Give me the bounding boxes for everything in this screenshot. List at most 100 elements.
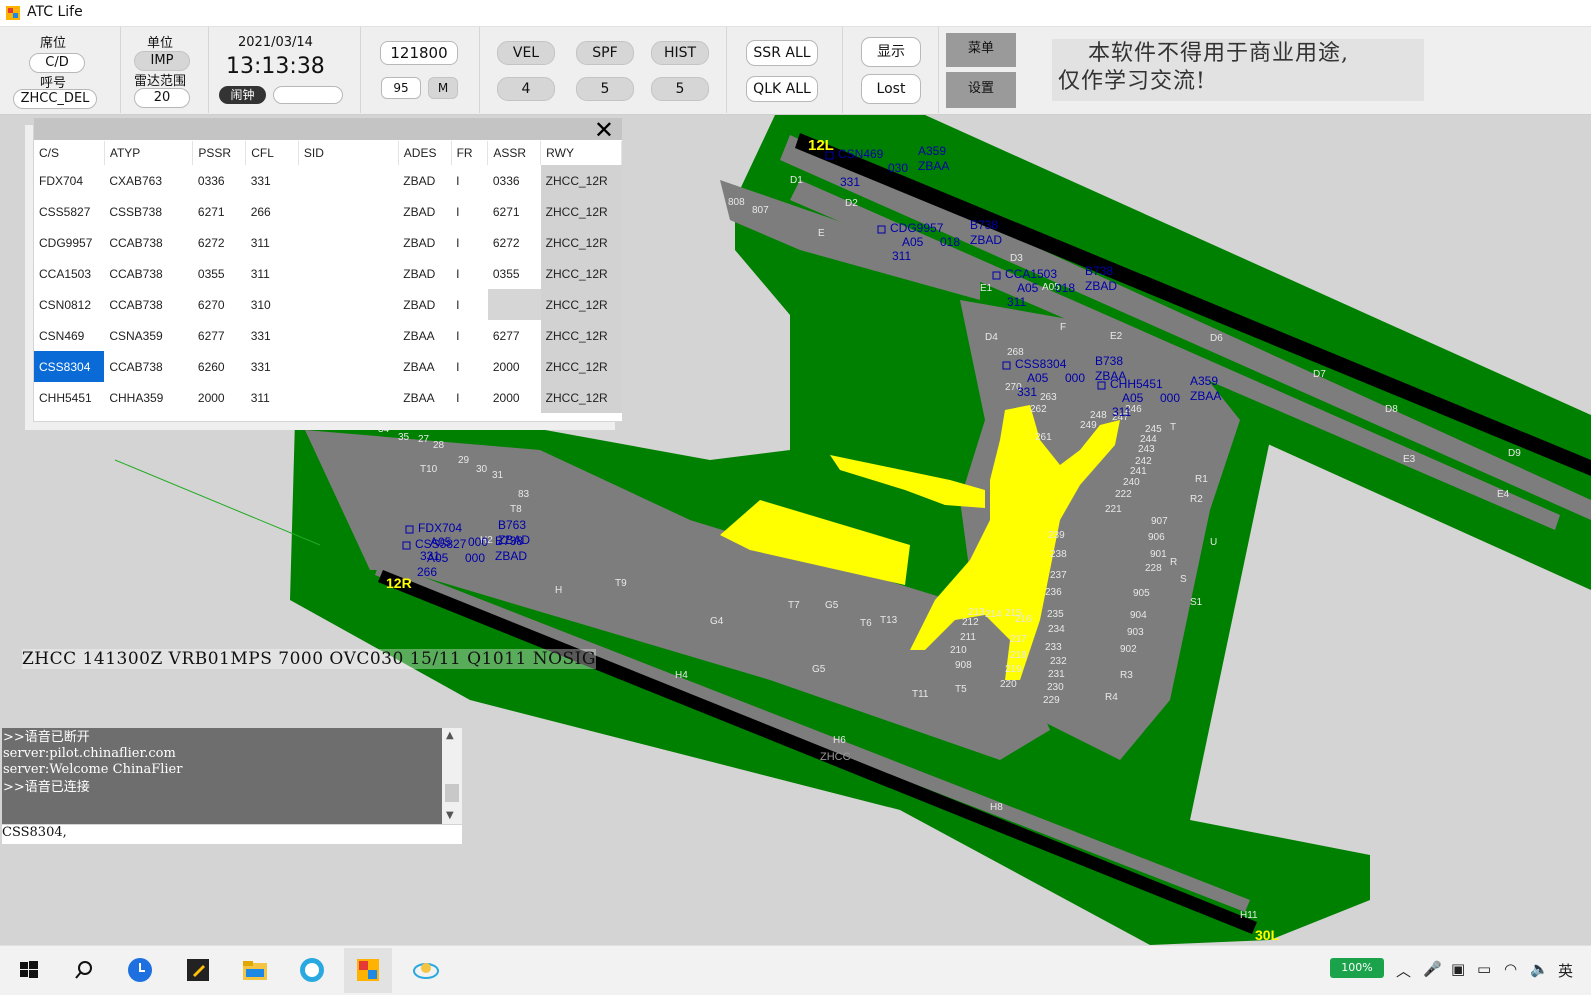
table-cell-assr[interactable]: 6277 <box>488 320 541 351</box>
vel-value[interactable]: 4 <box>497 77 555 101</box>
volume-icon[interactable]: 🔈 <box>1530 960 1549 978</box>
settings-button[interactable]: 设置 <box>946 72 1016 108</box>
microphone-icon[interactable]: 🎤 <box>1423 960 1442 978</box>
callsign-field[interactable]: ZHCC_DEL <box>13 89 97 109</box>
table-cell-fr[interactable]: I <box>451 289 488 320</box>
alarm-time-field[interactable] <box>273 86 343 104</box>
table-cell-cfl[interactable]: 311 <box>246 382 299 413</box>
chat-app-icon[interactable] <box>297 955 327 985</box>
table-row[interactable]: CSN0812 CCAB738 6270 310 ZBAD I ZHCC_12R <box>34 289 622 320</box>
table-cell-cs[interactable]: CSS8304 <box>34 351 105 382</box>
table-cell-atyp[interactable]: CCAB738 <box>104 227 193 258</box>
search-icon[interactable] <box>69 955 99 985</box>
table-cell-rwy[interactable]: ZHCC_12R <box>540 196 622 227</box>
table-cell-atyp[interactable]: CCAB738 <box>104 289 193 320</box>
column-header-rwy[interactable]: RWY <box>540 141 622 165</box>
table-cell-pssr[interactable]: 2000 <box>193 382 246 413</box>
flight-app-icon[interactable] <box>411 955 441 985</box>
chevron-up-icon[interactable]: ︿ <box>1396 960 1411 981</box>
table-cell-sid[interactable] <box>298 289 398 320</box>
table-row[interactable]: CCA1503 CCAB738 0355 311 ZBAD I 0355 ZHCC_12R <box>34 258 622 289</box>
table-row[interactable]: CDG9957 CCAB738 6272 311 ZBAD I 6272 ZHCC_12R <box>34 227 622 258</box>
table-cell-rwy[interactable]: ZHCC_12R <box>540 351 622 382</box>
vel-button[interactable]: VEL <box>497 41 555 65</box>
table-cell-rwy[interactable]: ZHCC_12R <box>540 289 622 320</box>
wifi-icon[interactable]: ◠ <box>1504 960 1517 978</box>
file-explorer-icon[interactable] <box>240 955 270 985</box>
table-cell-assr[interactable]: 2000 <box>488 351 541 382</box>
seat-select[interactable]: C/D <box>29 53 85 73</box>
hist-button[interactable]: HIST <box>651 41 709 65</box>
close-icon[interactable]: ✕ <box>594 116 614 144</box>
table-cell-fr[interactable]: I <box>451 196 488 227</box>
table-cell-assr[interactable]: 2000 <box>488 382 541 413</box>
table-cell-assr[interactable] <box>487 289 541 320</box>
ssr-all-button[interactable]: SSR ALL <box>746 40 818 66</box>
table-cell-atyp[interactable]: CXAB763 <box>104 165 193 196</box>
table-cell-rwy[interactable]: ZHCC_12R <box>540 165 622 196</box>
table-cell-cs[interactable]: CSS5827 <box>34 196 104 227</box>
column-header-pssr[interactable]: PSSR <box>192 141 247 165</box>
security-icon[interactable]: ▣ <box>1451 960 1465 978</box>
table-cell-pssr[interactable]: 0336 <box>193 165 246 196</box>
table-cell-fr[interactable]: I <box>451 227 488 258</box>
sub-value-field[interactable]: 95 <box>381 77 421 99</box>
table-row[interactable]: CSS8304 CCAB738 6260 331 ZBAA I 2000 ZHCC_12R <box>34 351 622 382</box>
table-cell-fr[interactable]: I <box>451 165 488 196</box>
table-row[interactable]: CSS5827 CSSB738 6271 266 ZBAD I 6271 ZHCC_12R <box>34 196 622 227</box>
qlk-all-button[interactable]: QLK ALL <box>746 76 818 102</box>
table-cell-pssr[interactable]: 0355 <box>193 258 246 289</box>
table-cell-ades[interactable]: ZBAD <box>398 165 451 196</box>
column-header-cs[interactable]: C/S <box>34 141 105 165</box>
table-cell-ades[interactable]: ZBAA <box>398 382 451 413</box>
table-cell-ades[interactable]: ZBAD <box>398 196 451 227</box>
alarm-button[interactable]: 闹钟 <box>219 86 266 104</box>
column-header-atyp[interactable]: ATYP <box>104 141 194 165</box>
table-cell-ades[interactable]: ZBAA <box>398 320 451 351</box>
windows-start-icon[interactable] <box>14 955 44 985</box>
table-cell-cs[interactable]: CSN0812 <box>34 289 104 320</box>
table-cell-cs[interactable]: CHH5451 <box>34 382 104 413</box>
table-cell-pssr[interactable]: 6271 <box>193 196 246 227</box>
battery-indicator[interactable]: 100% <box>1330 958 1384 978</box>
table-cell-cfl[interactable]: 311 <box>246 258 299 289</box>
table-cell-cfl[interactable]: 331 <box>246 351 299 382</box>
table-cell-cfl[interactable]: 331 <box>246 165 299 196</box>
table-cell-rwy[interactable]: ZHCC_12R <box>540 258 622 289</box>
ime-indicator[interactable]: 英 <box>1558 960 1573 981</box>
command-input[interactable]: CSS8304, <box>2 825 462 844</box>
table-cell-sid[interactable] <box>298 165 398 196</box>
table-cell-ades[interactable]: ZBAA <box>398 351 451 382</box>
table-cell-rwy[interactable]: ZHCC_12R <box>540 227 622 258</box>
unit-imp-button[interactable]: IMP <box>134 51 190 71</box>
column-header-cfl[interactable]: CFL <box>245 141 299 165</box>
table-cell-rwy[interactable]: ZHCC_12R <box>540 382 622 413</box>
table-cell-fr[interactable]: I <box>451 351 488 382</box>
column-header-ades[interactable]: ADES <box>398 141 452 165</box>
table-cell-cfl[interactable]: 331 <box>246 320 299 351</box>
radar-range-field[interactable]: 20 <box>134 88 190 108</box>
table-cell-fr[interactable]: I <box>451 382 488 413</box>
table-cell-pssr[interactable]: 6270 <box>193 289 246 320</box>
table-cell-sid[interactable] <box>298 196 398 227</box>
table-cell-sid[interactable] <box>298 320 398 351</box>
scroll-up-icon[interactable]: ▲ <box>446 730 454 741</box>
table-cell-assr[interactable]: 6271 <box>488 196 541 227</box>
hist-value[interactable]: 5 <box>651 77 709 101</box>
table-cell-cs[interactable]: CDG9957 <box>34 227 104 258</box>
table-cell-sid[interactable] <box>298 382 398 413</box>
table-cell-assr[interactable]: 0355 <box>488 258 541 289</box>
table-cell-sid[interactable] <box>298 227 398 258</box>
column-header-assr[interactable]: ASSR <box>487 141 542 165</box>
menu-button[interactable]: 菜单 <box>946 33 1016 67</box>
table-cell-ades[interactable]: ZBAD <box>398 227 451 258</box>
battery-tray-icon[interactable]: ▭ <box>1477 960 1491 978</box>
table-cell-rwy[interactable]: ZHCC_12R <box>540 320 622 351</box>
table-cell-atyp[interactable]: CSNA359 <box>104 320 193 351</box>
table-cell-atyp[interactable]: CCAB738 <box>104 351 193 382</box>
table-cell-cs[interactable]: FDX704 <box>34 165 104 196</box>
table-row[interactable]: CSN469 CSNA359 6277 331 ZBAA I 6277 ZHCC_12R <box>34 320 622 351</box>
scroll-thumb[interactable] <box>445 784 459 802</box>
table-cell-cs[interactable]: CSN469 <box>34 320 104 351</box>
table-cell-sid[interactable] <box>298 258 398 289</box>
